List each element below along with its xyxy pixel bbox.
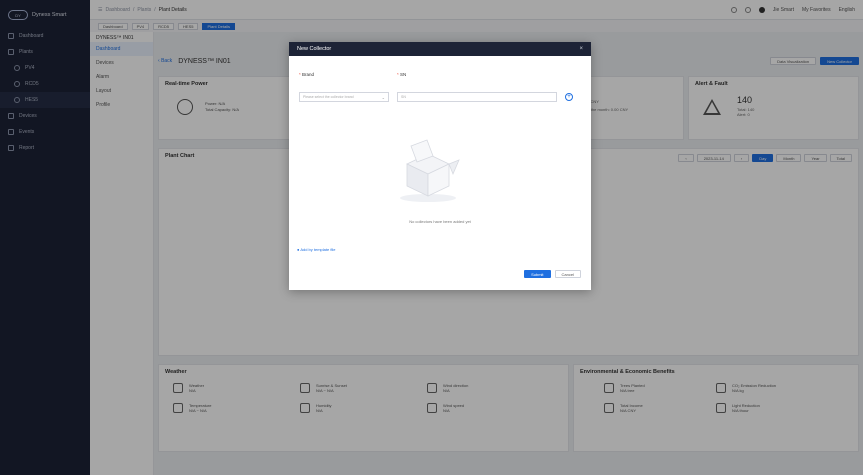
add-by-template-link[interactable]: ● Add by template file: [297, 247, 335, 252]
new-collector-modal: New Collector × * Brand * SN Please sele…: [289, 42, 591, 290]
brand-placeholder: Please select the collector brand: [303, 95, 354, 99]
add-row-icon[interactable]: +: [565, 93, 573, 101]
modal-header: New Collector ×: [289, 42, 591, 56]
chevron-down-icon: ⌄: [381, 94, 385, 100]
modal-title: New Collector: [297, 46, 332, 52]
sn-placeholder: SN: [401, 95, 406, 99]
brand-label: * Brand: [299, 72, 315, 77]
brand-select[interactable]: Please select the collector brand ⌄: [299, 92, 389, 102]
close-icon[interactable]: ×: [579, 46, 583, 52]
empty-box-illustration: [400, 139, 460, 202]
cancel-button[interactable]: Cancel: [554, 270, 581, 278]
empty-state-text: No collectors have been added yet: [409, 219, 471, 224]
modal-footer: Submit Cancel: [524, 270, 581, 278]
sn-input[interactable]: SN: [397, 92, 557, 102]
submit-button[interactable]: Submit: [524, 270, 551, 278]
sn-label: * SN: [397, 72, 407, 77]
